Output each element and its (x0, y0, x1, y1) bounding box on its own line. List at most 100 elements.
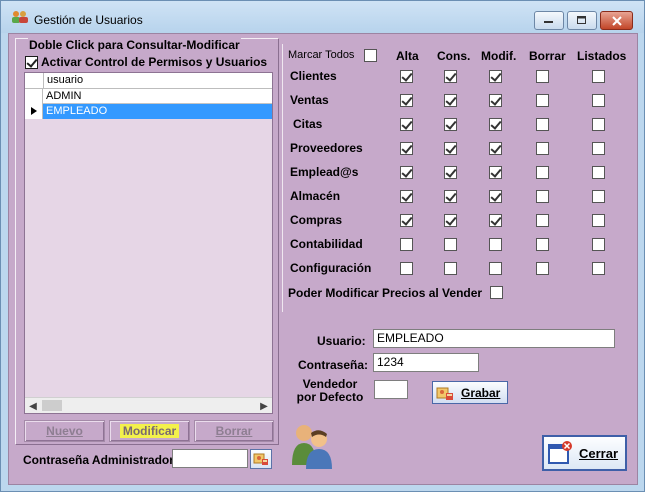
permission-checkbox[interactable] (489, 70, 502, 83)
column-header-cons: Cons. (437, 49, 471, 63)
permission-checkbox[interactable] (536, 262, 549, 275)
nuevo-button-label: Nuevo (46, 424, 83, 438)
permission-checkbox[interactable] (489, 94, 502, 107)
activar-control-checkbox[interactable] (25, 55, 38, 69)
nuevo-button[interactable]: Nuevo (24, 420, 105, 442)
permission-checkbox[interactable] (489, 142, 502, 155)
permission-checkbox[interactable] (400, 238, 413, 251)
column-header-modif: Modif. (481, 49, 517, 63)
grabar-button[interactable]: Grabar (432, 381, 508, 404)
permission-checkbox[interactable] (400, 262, 413, 275)
permission-checkbox[interactable] (489, 238, 502, 251)
permission-checkbox[interactable] (444, 166, 457, 179)
usuario-input[interactable]: EMPLEADO (373, 329, 615, 348)
permission-checkbox[interactable] (536, 238, 549, 251)
minimize-button[interactable] (534, 11, 564, 30)
permission-checkbox[interactable] (536, 70, 549, 83)
permission-label: Compras (290, 213, 343, 227)
permission-checkbox[interactable] (444, 238, 457, 251)
permission-checkbox[interactable] (400, 70, 413, 83)
permission-label: Emplead@s (290, 165, 359, 179)
close-icon (611, 15, 622, 26)
column-header-usuario[interactable]: usuario (43, 73, 272, 89)
permission-checkbox[interactable] (400, 190, 413, 203)
admin-password-input[interactable] (172, 449, 248, 468)
minimize-icon (544, 20, 553, 23)
maximize-icon (577, 16, 586, 24)
permission-checkbox[interactable] (444, 214, 457, 227)
permission-checkbox[interactable] (536, 142, 549, 155)
permission-checkbox[interactable] (536, 94, 549, 107)
permission-checkbox[interactable] (592, 214, 605, 227)
maximize-button[interactable] (567, 11, 597, 30)
permission-checkbox[interactable] (536, 214, 549, 227)
table-row[interactable]: ADMIN (25, 89, 272, 104)
grid-header: usuario (25, 73, 272, 89)
permission-checkbox[interactable] (400, 214, 413, 227)
column-header-alta: Alta (396, 49, 419, 63)
marcar-todos-checkbox[interactable] (364, 49, 377, 62)
column-header-listados: Listados (577, 49, 627, 63)
activar-control-label: Activar Control de Permisos y Usuarios (41, 55, 268, 69)
permission-checkbox[interactable] (592, 142, 605, 155)
users-group-label: Doble Click para Consultar-Modificar (28, 38, 241, 52)
permission-label: Contabilidad (290, 237, 363, 251)
permission-checkbox[interactable] (400, 166, 413, 179)
title-bar: Gestión de Usuarios (1, 1, 644, 33)
permission-label: Clientes (290, 69, 337, 83)
permission-label: Configuración (290, 261, 372, 275)
permission-checkbox[interactable] (592, 118, 605, 131)
permission-checkbox[interactable] (400, 94, 413, 107)
close-window-button[interactable] (600, 11, 633, 30)
table-row-selected[interactable]: EMPLEADO (25, 104, 272, 119)
permission-checkbox[interactable] (592, 94, 605, 107)
scroll-thumb[interactable] (42, 400, 62, 411)
row-cell-usuario: ADMIN (46, 90, 82, 102)
permission-checkbox[interactable] (592, 238, 605, 251)
permission-checkbox[interactable] (592, 190, 605, 203)
permission-label: Proveedores (290, 141, 363, 155)
horizontal-scrollbar[interactable]: ◀ ▶ (25, 397, 272, 413)
users-grid[interactable]: usuario ADMIN EMPLEADO ◀ ▶ (24, 72, 273, 414)
gestion-usuarios-window: Gestión de Usuarios Doble Click para Con… (0, 0, 645, 492)
users-app-icon (12, 11, 28, 23)
cerrar-button[interactable]: Cerrar (542, 435, 627, 471)
permission-checkbox[interactable] (444, 142, 457, 155)
permission-checkbox[interactable] (444, 190, 457, 203)
permission-checkbox[interactable] (536, 118, 549, 131)
permission-checkbox[interactable] (536, 190, 549, 203)
borrar-button-label: Borrar (215, 424, 253, 438)
permission-checkbox[interactable] (489, 118, 502, 131)
contrasena-label: Contraseña: (298, 358, 369, 372)
permission-checkbox[interactable] (536, 166, 549, 179)
permission-checkbox[interactable] (592, 262, 605, 275)
vendedor-defecto-label: Vendedor por Defecto (296, 377, 364, 404)
contrasena-input[interactable]: 1234 (373, 353, 479, 372)
permission-checkbox[interactable] (489, 262, 502, 275)
permission-checkbox[interactable] (444, 94, 457, 107)
permission-checkbox[interactable] (592, 166, 605, 179)
users-avatar-icon (292, 425, 332, 469)
permission-checkbox[interactable] (592, 70, 605, 83)
window-title: Gestión de Usuarios (34, 13, 143, 27)
admin-login-button[interactable] (250, 449, 272, 469)
poder-modificar-precios-checkbox[interactable] (490, 286, 503, 299)
users-key-icon (253, 453, 268, 465)
scroll-left-arrow-icon[interactable]: ◀ (25, 398, 41, 414)
row-indicator (25, 89, 43, 104)
modificar-button[interactable]: Modificar (109, 420, 190, 442)
permission-checkbox[interactable] (444, 262, 457, 275)
activar-control-checkbox-row[interactable]: Activar Control de Permisos y Usuarios (25, 55, 267, 69)
scroll-right-arrow-icon[interactable]: ▶ (256, 398, 272, 414)
permission-checkbox[interactable] (400, 142, 413, 155)
usuario-label: Usuario: (317, 334, 366, 348)
poder-modificar-precios-label: Poder Modificar Precios al Vender (288, 286, 483, 300)
borrar-button[interactable]: Borrar (194, 420, 274, 442)
permission-checkbox[interactable] (489, 214, 502, 227)
permission-checkbox[interactable] (489, 190, 502, 203)
vendedor-defecto-input[interactable] (374, 380, 408, 399)
permission-checkbox[interactable] (444, 118, 457, 131)
permission-checkbox[interactable] (489, 166, 502, 179)
permission-checkbox[interactable] (444, 70, 457, 83)
permission-checkbox[interactable] (400, 118, 413, 131)
